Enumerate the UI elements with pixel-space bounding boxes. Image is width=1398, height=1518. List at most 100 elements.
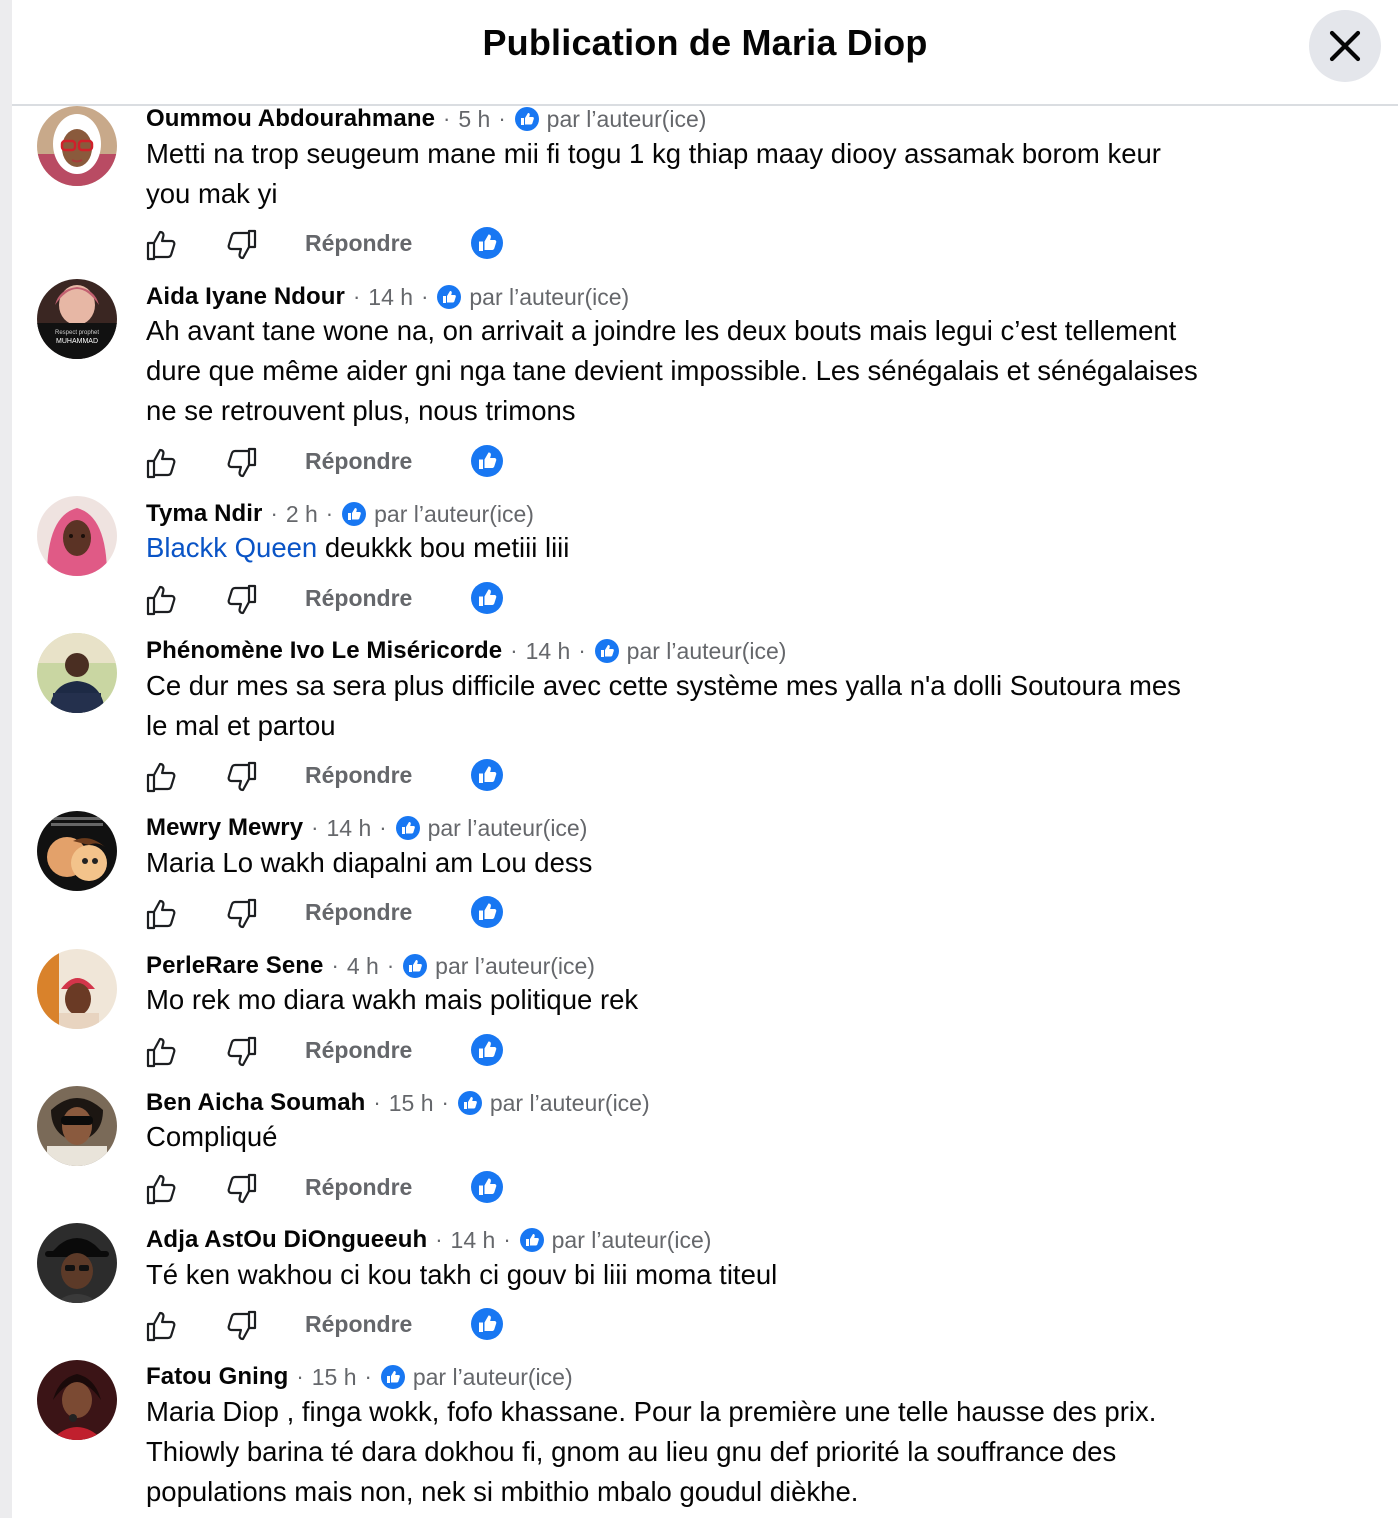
avatar[interactable] — [37, 949, 117, 1029]
comment-author[interactable]: Ben Aicha Soumah — [146, 1089, 365, 1117]
like-reaction-icon[interactable] — [470, 895, 504, 929]
avatar[interactable] — [37, 1360, 117, 1440]
comment-meta: PerleRare Sene · 4 h · par l’auteur(ice) — [146, 952, 595, 980]
comment-time[interactable]: 14 h — [368, 284, 413, 311]
like-badge-icon — [514, 107, 539, 131]
author-badge: par l’auteur(ice) — [546, 105, 707, 132]
comment-text: Ce dur mes sa sera plus difficile avec c… — [146, 670, 1181, 741]
like-reaction-icon[interactable] — [470, 1307, 504, 1341]
thumbs-down-outline-icon[interactable] — [225, 446, 257, 480]
thumbs-up-outline-icon[interactable] — [146, 1309, 178, 1343]
thumbs-up-outline-icon[interactable] — [146, 228, 178, 262]
like-badge-icon — [403, 954, 428, 978]
like-badge-icon — [594, 639, 619, 663]
comment-time[interactable]: 15 h — [389, 1090, 434, 1117]
like-reaction-icon[interactable] — [470, 758, 504, 792]
thumbs-up-outline-icon[interactable] — [146, 760, 178, 794]
comment-time[interactable]: 2 h — [286, 501, 318, 528]
comment-meta: Phénomène Ivo Le Miséricorde · 14 h · pa… — [146, 637, 787, 665]
avatar[interactable] — [37, 106, 117, 186]
reply-button[interactable]: Répondre — [305, 899, 412, 926]
avatar[interactable] — [37, 633, 117, 713]
thumbs-up-outline-icon[interactable] — [146, 897, 178, 931]
reply-button[interactable]: Répondre — [305, 230, 412, 257]
avatar[interactable] — [37, 1223, 117, 1303]
thumbs-down-outline-icon[interactable] — [225, 1172, 257, 1206]
thumbs-up-outline-icon[interactable] — [146, 1172, 178, 1206]
thumbs-down-outline-icon[interactable] — [225, 583, 257, 617]
like-badge-icon — [457, 1091, 482, 1115]
comment-actions: Répondre — [146, 226, 546, 264]
svg-text:MUHAMMAD: MUHAMMAD — [56, 338, 98, 345]
comment-actions: Répondre — [146, 895, 546, 933]
reply-button[interactable]: Répondre — [305, 1174, 412, 1201]
like-reaction-icon[interactable] — [470, 1033, 504, 1067]
reply-button[interactable]: Répondre — [305, 448, 412, 475]
author-badge: par l’auteur(ice) — [489, 1089, 650, 1116]
comment-text: Metti na trop seugeum mane mii fi togu 1… — [146, 138, 1161, 209]
comment-actions: Répondre — [146, 758, 546, 796]
comment-meta: Oummou Abdourahmane · 5 h · par l’auteur… — [146, 105, 707, 133]
comment-actions: Répondre — [146, 1307, 546, 1345]
thumbs-up-outline-icon[interactable] — [146, 1035, 178, 1069]
comment-time[interactable]: 4 h — [347, 953, 379, 980]
reply-button[interactable]: Répondre — [305, 762, 412, 789]
thumbs-down-outline-icon[interactable] — [225, 228, 257, 262]
svg-text:Respect prophet: Respect prophet — [55, 330, 99, 336]
comment-text: Blackk Queen deukkk bou metiii liii — [146, 532, 570, 563]
comment-text: Maria Lo wakh diapalni am Lou dess — [146, 847, 593, 878]
thumbs-down-outline-icon[interactable] — [225, 1035, 257, 1069]
avatar[interactable] — [37, 496, 117, 576]
comment-meta: Mewry Mewry · 14 h · par l’auteur(ice) — [146, 814, 588, 842]
like-reaction-icon[interactable] — [470, 581, 504, 615]
comment-meta: Adja AstOu DiOngueeuh · 14 h · par l’aut… — [146, 1226, 712, 1254]
like-badge-icon — [380, 1365, 405, 1389]
like-badge-icon — [342, 502, 367, 526]
comment-actions: Répondre — [146, 1170, 546, 1208]
comment-time[interactable]: 15 h — [312, 1364, 357, 1391]
close-button[interactable] — [1309, 10, 1381, 82]
post-modal: Publication de Maria Diop Oummou Abdoura… — [12, 0, 1398, 1518]
comment-meta: Aida Iyane Ndour · 14 h · par l’auteur(i… — [146, 283, 630, 311]
thumbs-up-outline-icon[interactable] — [146, 446, 178, 480]
author-badge: par l’auteur(ice) — [551, 1226, 712, 1253]
comment-author[interactable]: Fatou Gning — [146, 1363, 288, 1391]
comment-text: Té ken wakhou ci kou takh ci gouv bi lii… — [146, 1259, 778, 1290]
reply-button[interactable]: Répondre — [305, 585, 412, 612]
author-badge: par l’auteur(ice) — [412, 1363, 573, 1390]
comment-author[interactable]: Mewry Mewry — [146, 814, 303, 842]
reply-button[interactable]: Répondre — [305, 1037, 412, 1064]
comment-author[interactable]: Tyma Ndir — [146, 500, 262, 528]
comment-actions: Répondre — [146, 1033, 546, 1071]
like-reaction-icon[interactable] — [470, 444, 504, 478]
avatar[interactable] — [37, 1086, 117, 1166]
comment-author[interactable]: PerleRare Sene — [146, 952, 324, 980]
comment-meta: Ben Aicha Soumah · 15 h · par l’auteur(i… — [146, 1089, 650, 1117]
comment-time[interactable]: 5 h — [458, 106, 490, 133]
comment-time[interactable]: 14 h — [451, 1227, 496, 1254]
like-reaction-icon[interactable] — [470, 1170, 504, 1204]
author-badge: par l’auteur(ice) — [626, 637, 787, 664]
thumbs-down-outline-icon[interactable] — [225, 897, 257, 931]
avatar[interactable]: Respect prophet MUHAMMAD — [37, 279, 117, 359]
thumbs-down-outline-icon[interactable] — [225, 1309, 257, 1343]
thumbs-up-outline-icon[interactable] — [146, 583, 178, 617]
avatar[interactable] — [37, 811, 117, 891]
comment-author[interactable]: Oummou Abdourahmane — [146, 105, 435, 133]
modal-header: Publication de Maria Diop — [12, 0, 1398, 106]
like-reaction-icon[interactable] — [470, 226, 504, 260]
comment-text: Maria Diop , finga wokk, fofo khassane. … — [146, 1396, 1157, 1507]
reply-button[interactable]: Répondre — [305, 1311, 412, 1338]
comment-author[interactable]: Aida Iyane Ndour — [146, 283, 345, 311]
close-icon — [1329, 30, 1361, 62]
comment-meta: Fatou Gning · 15 h · par l’auteur(ice) — [146, 1363, 573, 1391]
comment-time[interactable]: 14 h — [526, 638, 571, 665]
comment-meta: Tyma Ndir · 2 h · par l’auteur(ice) — [146, 500, 534, 528]
comment-author[interactable]: Phénomène Ivo Le Miséricorde — [146, 637, 502, 665]
comment-actions: Répondre — [146, 444, 546, 482]
comment-text: Compliqué — [146, 1121, 278, 1152]
thumbs-down-outline-icon[interactable] — [225, 760, 257, 794]
comment-time[interactable]: 14 h — [327, 815, 372, 842]
mention-link[interactable]: Blackk Queen — [146, 532, 317, 563]
comment-author[interactable]: Adja AstOu DiOngueeuh — [146, 1226, 427, 1254]
